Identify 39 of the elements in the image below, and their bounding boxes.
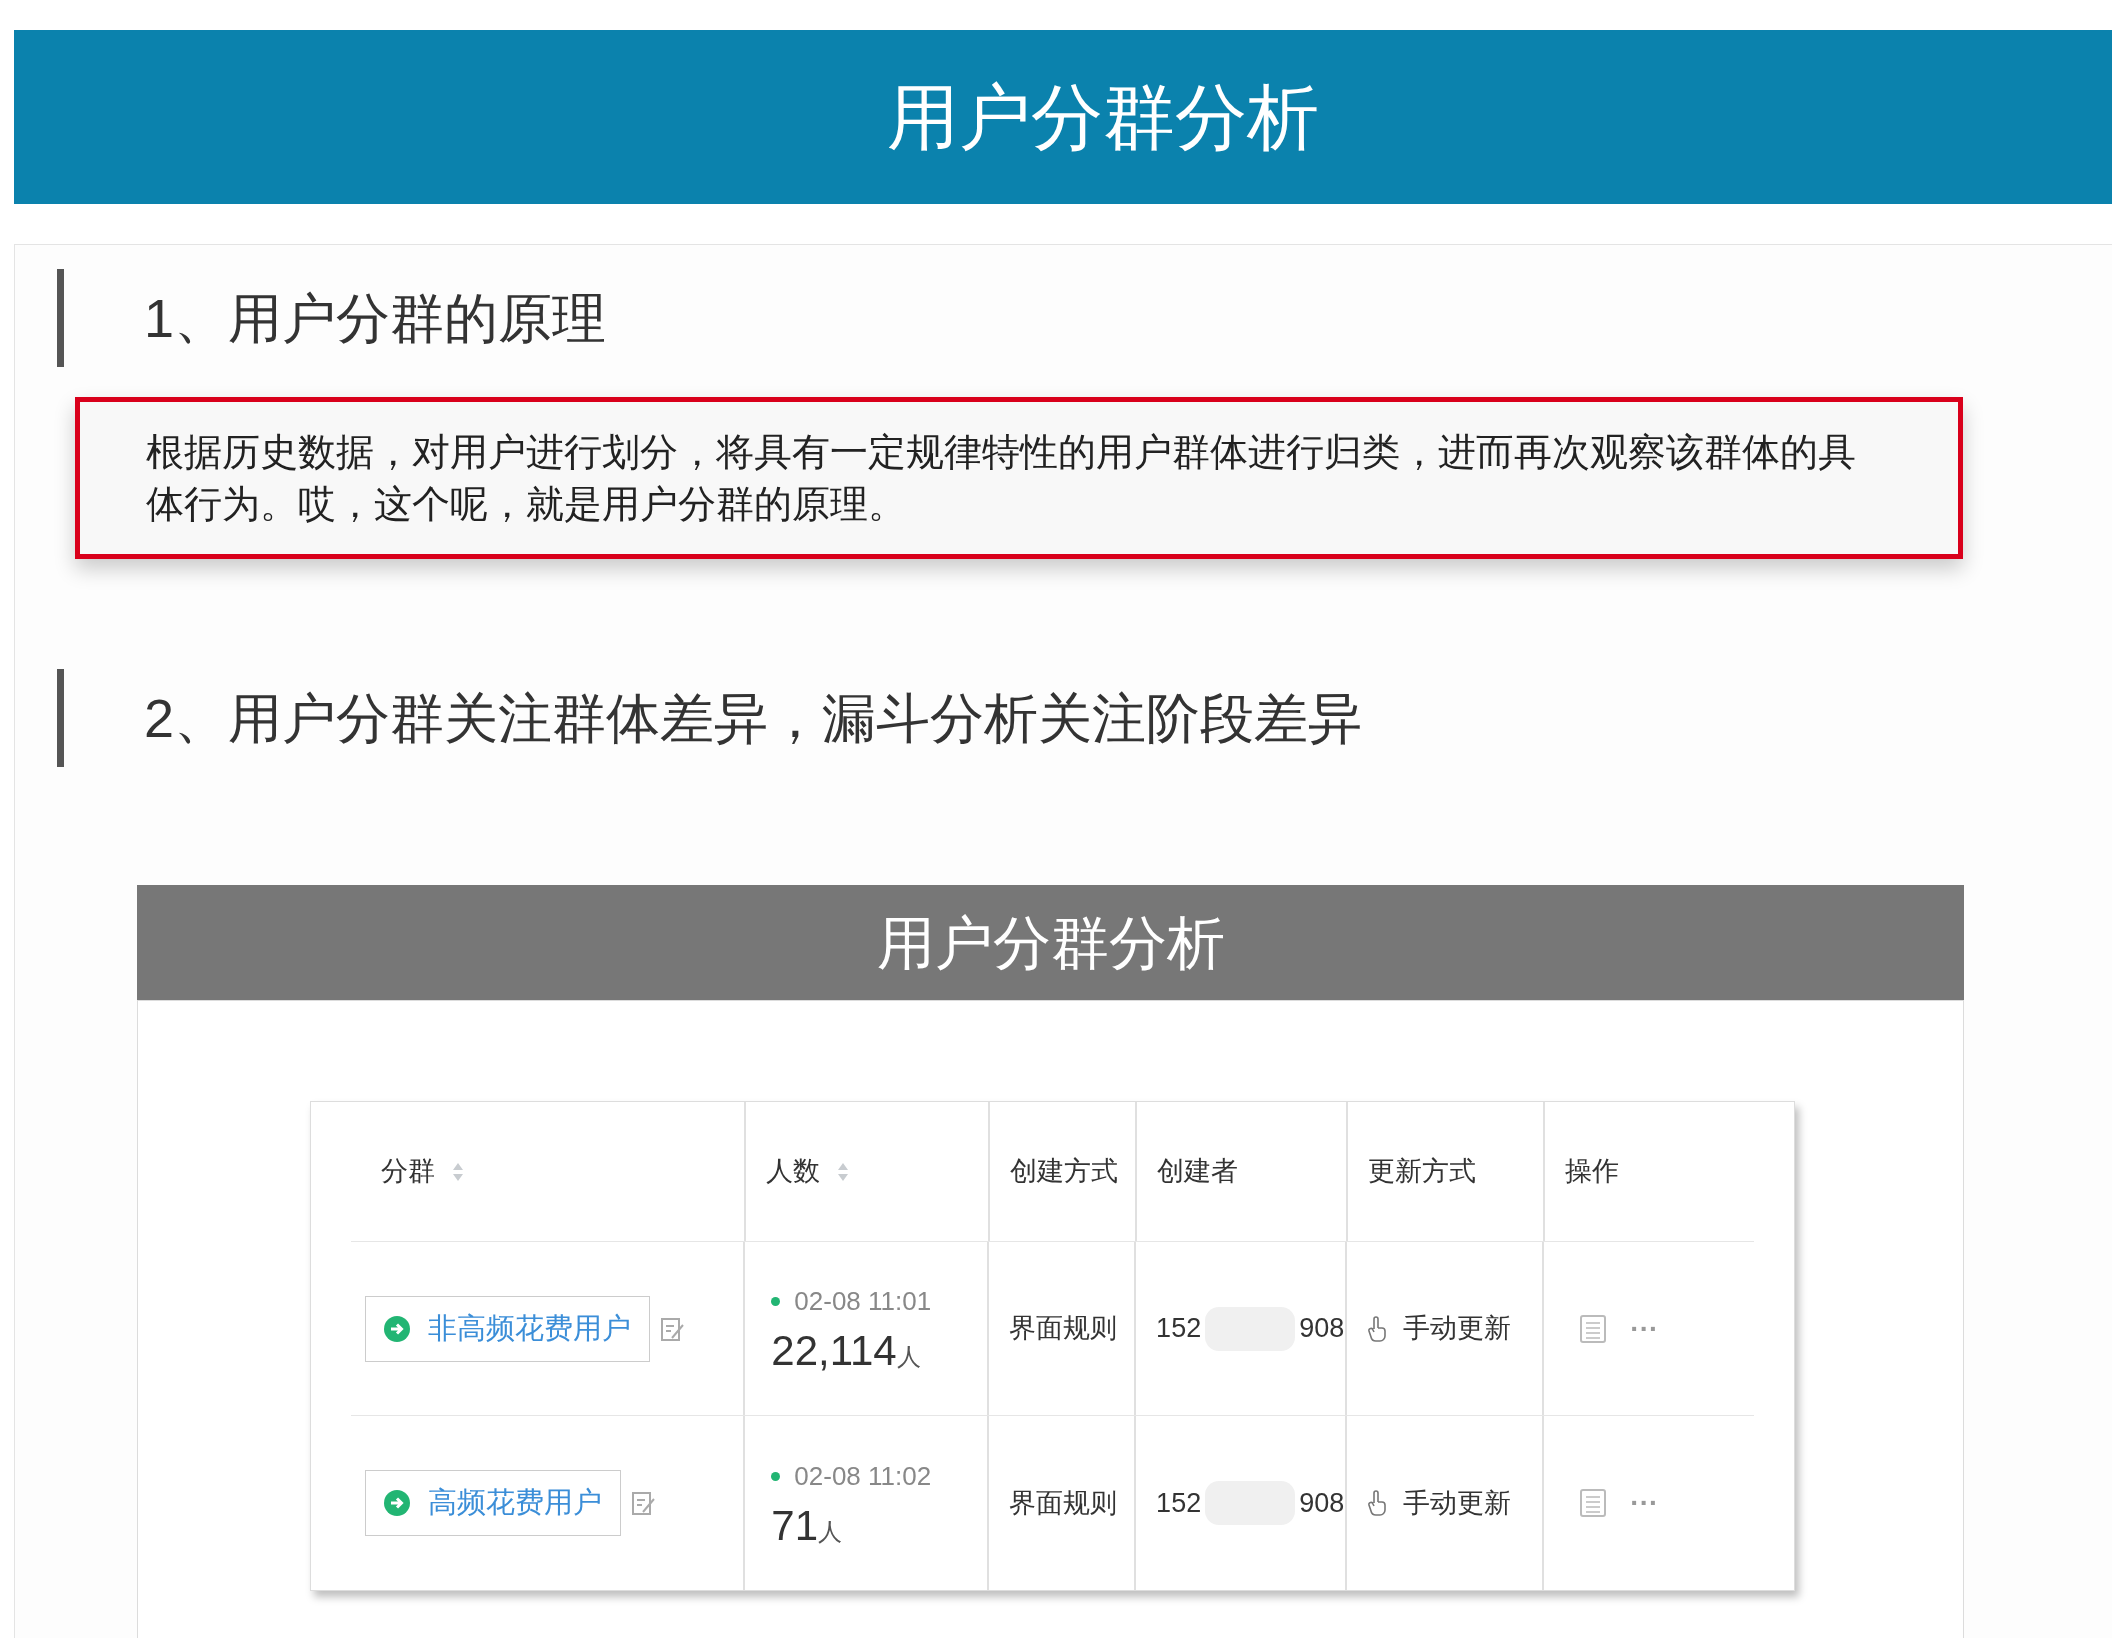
segment-name: 非高频花费用户 [428, 1310, 631, 1346]
update-time: 02-08 11:02 [794, 1459, 932, 1493]
column-header: 更新方式 [1367, 1155, 1476, 1189]
column-header: 分群 [381, 1155, 435, 1189]
count-unit: 人 [818, 1516, 843, 1547]
principle-text: 根据历史数据，对用户进行划分，将具有一定规律特性的用户群体进行归类，进而再次观察该群体的具体行为。哎，这个呢，就是用户分群的原理。 [146, 430, 1857, 527]
arrow-circle-icon [384, 1315, 410, 1342]
list-icon[interactable] [1580, 1489, 1607, 1517]
user-count: 22,114 [771, 1327, 897, 1375]
segment-name: 高频花费用户 [428, 1485, 602, 1521]
column-header: 操作 [1565, 1155, 1620, 1189]
count-unit: 人 [896, 1343, 921, 1370]
hand-pointer-icon [1366, 1315, 1387, 1342]
creator-suffix: 908 [1299, 1486, 1345, 1520]
segment-tag[interactable]: 非高频花费用户 [365, 1295, 650, 1362]
figure-title: 用户分群分析 [876, 909, 1225, 977]
creator-prefix: 152 [1156, 1486, 1202, 1520]
list-icon[interactable] [1580, 1314, 1607, 1343]
segment-tag[interactable]: 高频花费用户 [365, 1470, 621, 1536]
page-title: 用户分群分析 [887, 76, 1319, 159]
table-cell-text: 手动更新 [1402, 1486, 1511, 1520]
table-cell-text: 手动更新 [1402, 1312, 1511, 1346]
creator-suffix: 908 [1299, 1312, 1345, 1346]
update-time: 02-08 11:01 [794, 1285, 932, 1318]
section-heading: 2、用户分群关注群体差异，漏斗分析关注阶段差异 [144, 686, 1363, 750]
more-button[interactable]: ··· [1630, 1307, 1659, 1350]
table-cell-text: 界面规则 [1009, 1486, 1118, 1520]
arrow-circle-icon [384, 1490, 410, 1516]
edit-icon[interactable] [631, 1490, 657, 1516]
column-header: 创建方式 [1010, 1155, 1118, 1189]
more-button[interactable]: ··· [1630, 1482, 1659, 1524]
hand-pointer-icon [1366, 1490, 1387, 1516]
table-cell-text: 界面规则 [1009, 1312, 1118, 1346]
edit-icon[interactable] [660, 1315, 686, 1342]
creator-prefix: 152 [1156, 1312, 1202, 1346]
column-header: 创建者 [1156, 1155, 1238, 1189]
column-header: 人数 [766, 1155, 821, 1189]
user-count: 71 [771, 1501, 819, 1550]
section-heading: 1、用户分群的原理 [144, 286, 607, 350]
